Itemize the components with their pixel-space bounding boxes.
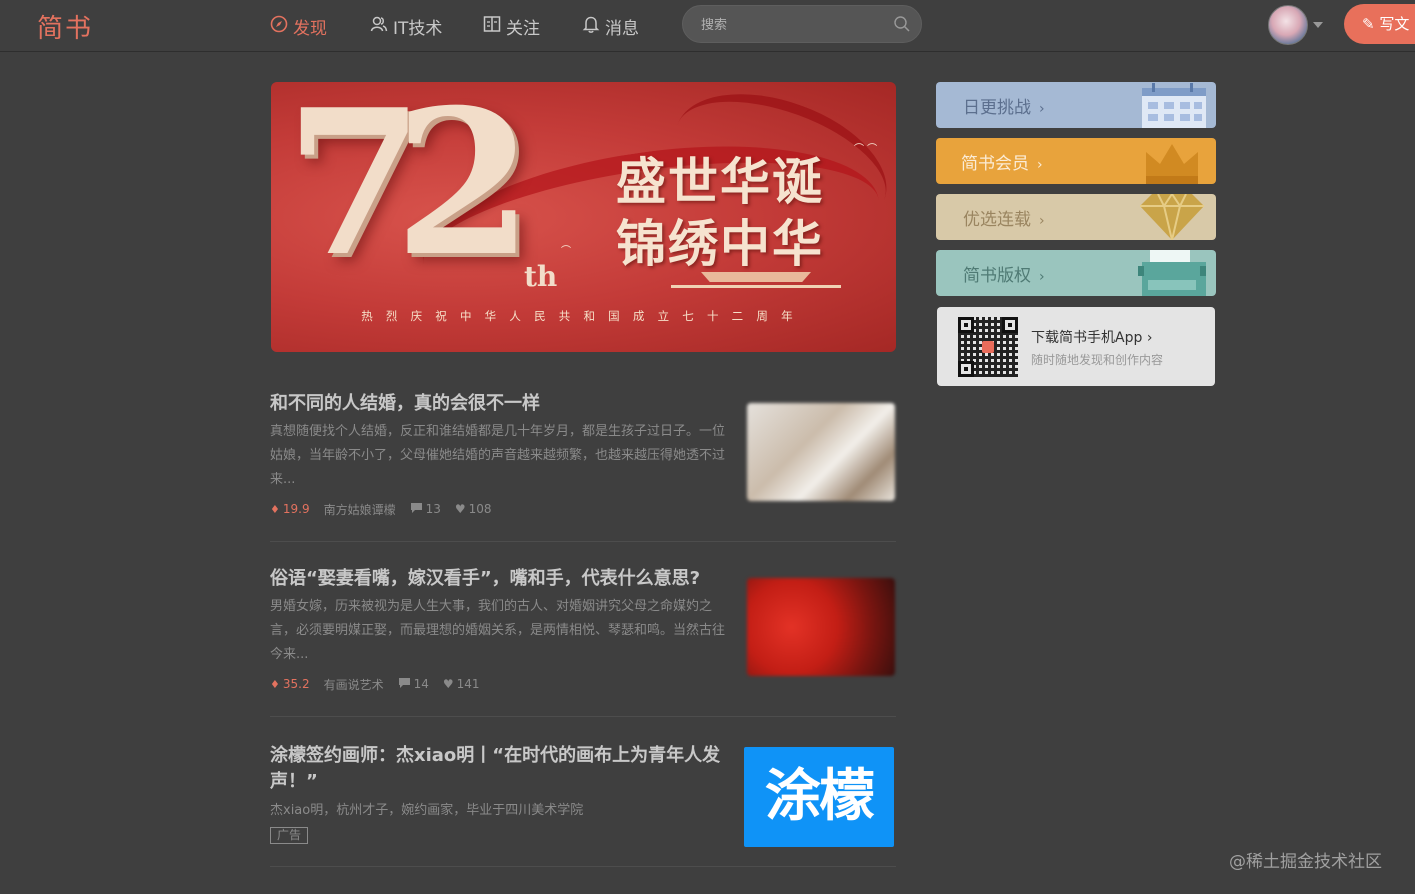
article-reward-amount: 19.9 xyxy=(282,502,310,516)
article-author[interactable]: 有画说艺术 xyxy=(324,676,384,693)
vip-member-label: 简书会员 › xyxy=(961,154,1043,174)
chevron-down-icon[interactable] xyxy=(1313,22,1323,28)
banner-subtitle: 热烈庆祝中华人民共和国成立七十二周年 xyxy=(361,309,806,323)
copyright-button[interactable]: 简书版权 › xyxy=(936,250,1216,296)
comment-icon xyxy=(398,677,411,692)
article-reward-amount: 35.2 xyxy=(282,677,310,691)
article-list-item[interactable]: 俗语“娶妻看嘴，嫁汉看手”，嘴和手，代表什么意思? 男婚女嫁，历来被视为是人生大… xyxy=(270,565,896,717)
comment-icon xyxy=(410,502,423,517)
download-app-title: 下载简书手机App › xyxy=(1031,330,1153,346)
search-input[interactable] xyxy=(701,15,881,35)
serialized-selection-button[interactable]: 优选连载 › xyxy=(936,194,1216,240)
dove-icon: ⌒ ⌒ xyxy=(854,144,878,155)
user-avatar[interactable] xyxy=(1268,5,1308,45)
nav-it-tech[interactable]: IT技术 xyxy=(370,0,442,52)
article-abstract: 真想随便找个人结婚，反正和谁结婚都是几十年岁月，都是生孩子过日子。一位姑娘，当年… xyxy=(270,424,726,487)
nav-messages-label: 消息 xyxy=(605,18,639,39)
typewriter-icon xyxy=(1138,250,1206,296)
crown-icon xyxy=(1146,144,1198,184)
download-app-card[interactable]: 下载简书手机App › 随时随地发现和创作内容 xyxy=(937,307,1215,386)
ad-list-item[interactable]: 涂檬签约画师：杰xiao明丨“在时代的画布上为青年人发声！” 杰xiao明，杭州… xyxy=(270,743,896,867)
vip-member-button[interactable]: 简书会员 › xyxy=(936,138,1216,184)
banner-anniversary-suffix: th xyxy=(524,260,558,293)
qr-corner xyxy=(958,317,974,333)
nav-follow-label: 关注 xyxy=(506,18,540,39)
nav-messages[interactable]: 消息 xyxy=(582,0,639,52)
book-icon xyxy=(483,15,501,37)
diamond-icon: ♦ xyxy=(270,502,280,516)
ad-title[interactable]: 涂檬签约画师：杰xiao明丨“在时代的画布上为青年人发声！” xyxy=(270,743,725,795)
nav-discover-label: 发现 xyxy=(293,18,327,39)
users-icon xyxy=(370,15,388,37)
compass-icon xyxy=(270,15,288,37)
article-comment-count[interactable]: 13 xyxy=(426,502,441,516)
heart-icon: ♥ xyxy=(454,502,466,516)
serialized-selection-label: 优选连载 › xyxy=(963,210,1045,230)
search-bar xyxy=(682,5,922,43)
nav-follow[interactable]: 关注 xyxy=(483,0,540,52)
watermark: @稀土掘金技术社区 xyxy=(1229,852,1382,872)
article-like-count: 108 xyxy=(468,502,492,516)
nav-it-tech-label: IT技术 xyxy=(393,18,443,39)
article-like-count: 141 xyxy=(456,677,480,691)
ad-badge: 广告 xyxy=(270,827,309,844)
ad-thumbnail[interactable]: 涂檬 xyxy=(744,747,894,847)
jianshu-small-logo xyxy=(982,341,994,353)
download-app-subtitle: 随时随地发现和创作内容 xyxy=(1031,353,1164,367)
banner-anniversary-number: 72 xyxy=(285,82,533,301)
calendar-icon xyxy=(1142,83,1206,128)
banner-title-line2: 锦绣中华 xyxy=(616,214,824,273)
qr-corner xyxy=(958,361,974,377)
article-comment-count[interactable]: 14 xyxy=(414,677,429,691)
diamond-gem-icon xyxy=(1140,194,1204,240)
article-abstract: 男婚女嫁，历来被视为是人生大事，我们的古人、对婚姻讲究父母之命媒妁之言，必须要明… xyxy=(270,599,726,662)
article-meta: ♦ 35.2 有画说艺术 14 ♥ 141 xyxy=(270,675,896,693)
copyright-label: 简书版权 › xyxy=(963,266,1045,286)
diamond-icon: ♦ xyxy=(270,677,280,691)
write-article-button[interactable]: ✎ 写文 xyxy=(1344,4,1415,44)
nav-discover[interactable]: 发现 xyxy=(270,0,327,52)
ad-abstract: 杰xiao明，杭州才子，婉约画家，毕业于四川美术学院 xyxy=(270,803,584,818)
dove-icon: ⌒ xyxy=(561,246,571,257)
article-author[interactable]: 南方姑娘谭檬 xyxy=(324,501,396,518)
heart-icon: ♥ xyxy=(442,677,454,691)
qr-corner xyxy=(1002,317,1018,333)
article-thumbnail[interactable] xyxy=(747,403,895,501)
qr-code xyxy=(958,317,1018,377)
top-navbar: 简书 发现 IT技术 关注 消息 ✎ 写文 xyxy=(0,0,1415,52)
article-list-item[interactable]: 和不同的人结婚，真的会很不一样 真想随便找个人结婚，反正和谁结婚都是几十年岁月，… xyxy=(270,390,896,542)
daily-challenge-button[interactable]: 日更挑战 › xyxy=(936,82,1216,128)
banner-carousel[interactable]: 72 th 盛世华诞 锦绣中华 ⌒ ⌒ ⌒ 热烈庆祝中华人民共和国成立七十二周年 xyxy=(271,82,896,352)
search-icon[interactable] xyxy=(893,15,911,33)
write-article-label: 写文 xyxy=(1379,15,1410,33)
article-meta: ♦ 19.9 南方姑娘谭檬 13 ♥ 108 xyxy=(270,500,896,518)
daily-challenge-label: 日更挑战 › xyxy=(963,98,1045,118)
article-thumbnail[interactable] xyxy=(747,578,895,676)
bell-icon xyxy=(582,15,600,37)
feather-icon: ✎ xyxy=(1362,15,1375,33)
jianshu-logo[interactable]: 简书 xyxy=(37,8,93,45)
tiananmen-graphic xyxy=(671,268,841,288)
